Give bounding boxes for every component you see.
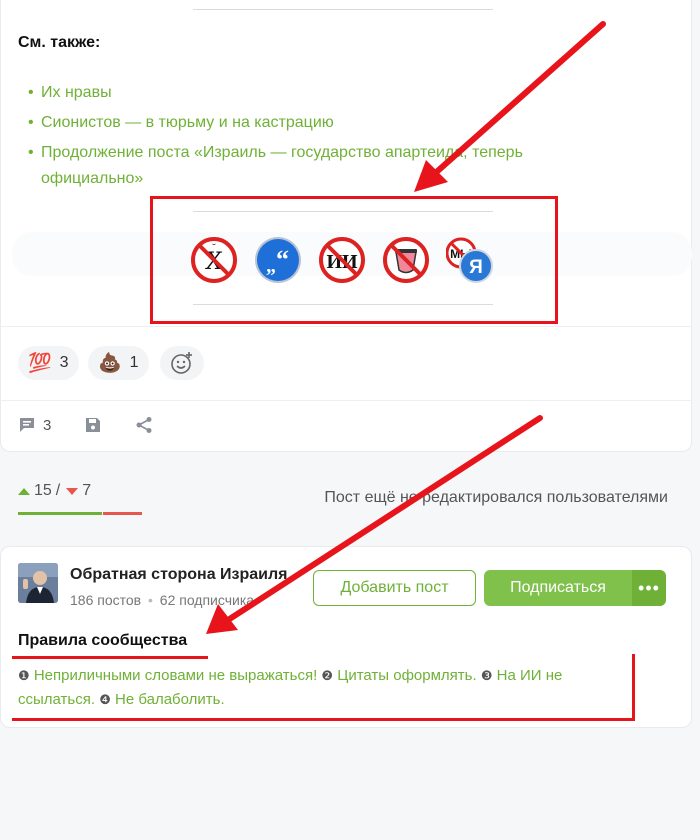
rule-number: ❸ (480, 668, 493, 683)
subscribe-button[interactable]: Подписаться (484, 570, 632, 606)
posts-count: 186 постов (70, 592, 142, 608)
reaction-count: 1 (129, 354, 139, 371)
subscribers-count: 62 подписчика (159, 592, 255, 608)
rule-number: ❶ (18, 668, 30, 683)
save-button[interactable] (84, 416, 102, 434)
reaction-count: 3 (59, 354, 69, 371)
rule-number: ❹ (99, 692, 111, 707)
share-icon (136, 417, 152, 433)
see-also-item[interactable]: Продолжение поста «Израиль — государство… (28, 140, 588, 192)
rules-title: Правила сообщества (18, 632, 188, 649)
see-also-item[interactable]: Их нравы (28, 80, 588, 106)
comments-count: 3 (43, 416, 52, 434)
downvote-bar (103, 512, 142, 515)
rules-list: ❶ Неприличными словами не выражаться! ❷ … (18, 664, 634, 712)
add-reaction-button[interactable] (160, 346, 204, 380)
comment-icon (20, 418, 34, 432)
add-post-button[interactable]: Добавить пост (313, 570, 476, 606)
annotation-bracket-horizontal (12, 718, 635, 721)
see-also-link[interactable]: Сионистов — в тюрьму и на кастрацию (41, 114, 334, 131)
divider-top (193, 9, 493, 10)
see-also-list: Их нравы Сионистов — в тюрьму и на кастр… (28, 80, 588, 196)
divider (0, 326, 692, 327)
annotation-bracket-vertical (632, 654, 635, 720)
poop-icon: 💩 (98, 353, 122, 374)
rating-separator: / (55, 482, 61, 499)
upvote-count: 15 (34, 482, 52, 499)
reaction-poop[interactable]: 💩 1 (88, 346, 149, 380)
hundred-icon: 💯 (28, 353, 52, 374)
edit-note: Пост ещё не редактировался пользователям… (324, 489, 668, 506)
community-stats: 186 постов • 62 подписчика (70, 592, 254, 608)
downvote-count: 7 (82, 482, 92, 499)
upvote-icon[interactable] (18, 487, 30, 495)
divider (0, 400, 692, 401)
save-icon (86, 418, 100, 432)
upvote-bar (18, 512, 102, 515)
see-also-link[interactable]: Их нравы (41, 84, 112, 101)
see-also-link[interactable]: Продолжение поста «Израиль — государство… (41, 144, 523, 187)
comments-button[interactable]: 3 (18, 416, 51, 434)
smiley-plus-icon (171, 352, 192, 374)
see-also-title: См. также: (18, 34, 101, 51)
rule-link[interactable]: Цитаты оформлять. (337, 667, 476, 684)
share-button[interactable] (135, 416, 153, 434)
community-name[interactable]: Обратная сторона Израиля (70, 566, 288, 584)
rule-link[interactable]: Неприличными словами не выражаться! (34, 667, 317, 684)
downvote-icon[interactable] (66, 487, 79, 495)
rule-number: ❷ (321, 668, 334, 683)
avatar[interactable] (18, 563, 58, 603)
stats-separator: • (147, 592, 153, 608)
see-also-item[interactable]: Сионистов — в тюрьму и на кастрацию (28, 110, 588, 136)
annotation-box (150, 196, 558, 324)
reaction-100[interactable]: 💯 3 (18, 346, 79, 380)
more-options-button[interactable]: ••• (632, 570, 666, 606)
rule-link[interactable]: Не балаболить. (115, 691, 225, 708)
rating[interactable]: 15 / 7 (18, 482, 91, 500)
annotation-underline (12, 656, 208, 659)
